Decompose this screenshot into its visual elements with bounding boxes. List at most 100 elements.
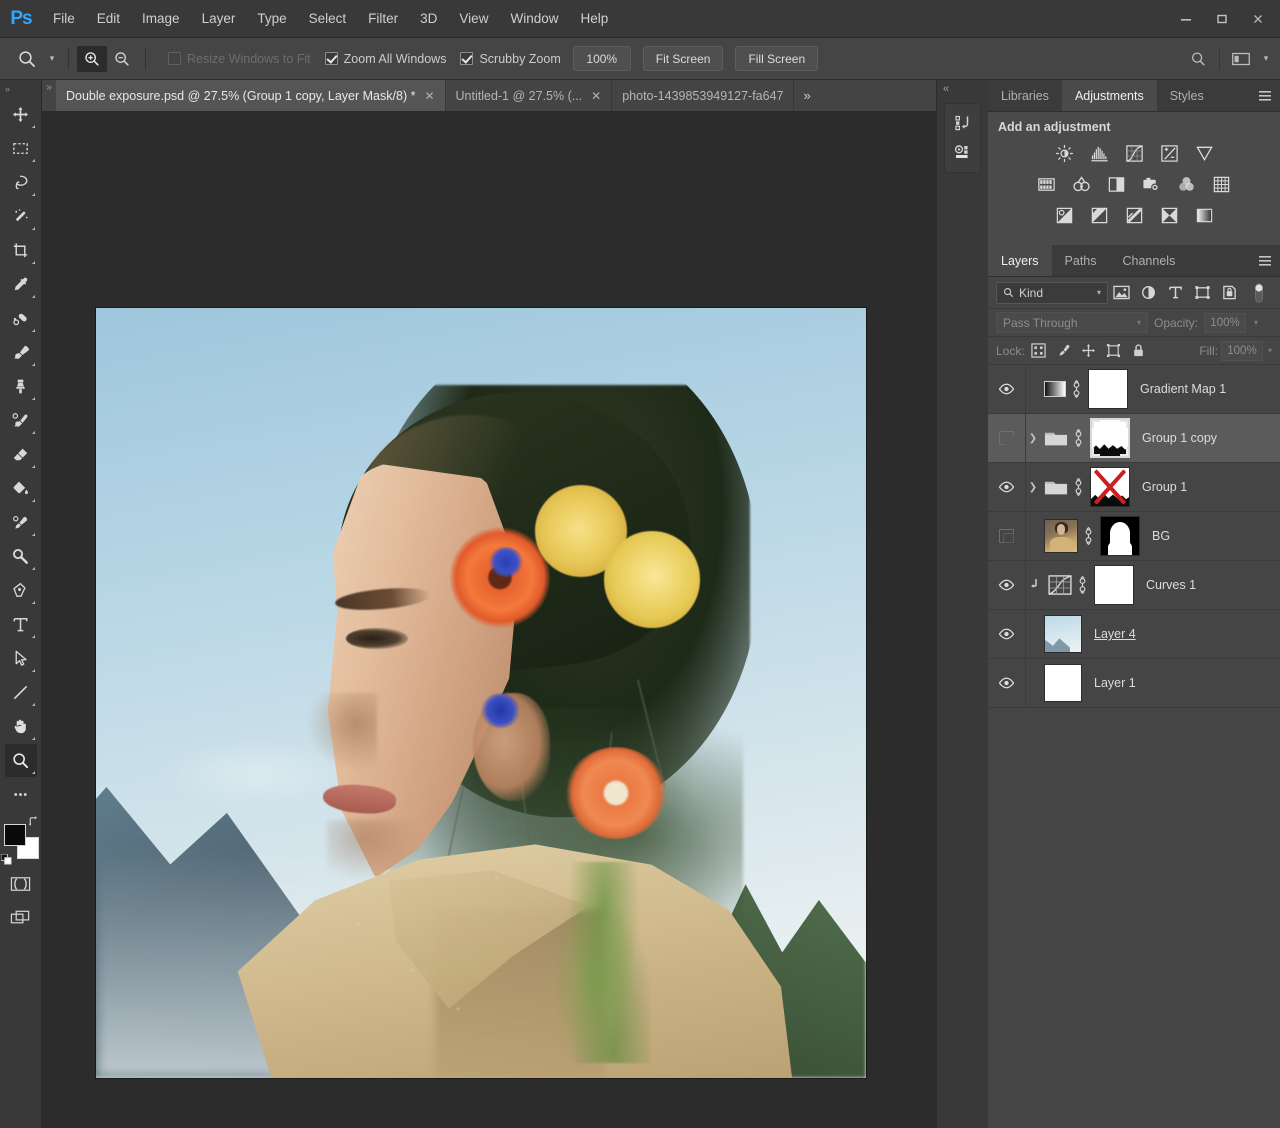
layer-mask-thumbnail[interactable] [1100,516,1140,556]
hand-tool[interactable] [5,710,37,743]
hue-saturation-icon[interactable] [1036,173,1058,195]
menu-filter[interactable]: Filter [357,0,409,38]
layer-name[interactable]: Layer 4 [1082,627,1280,641]
panel-menu-icon[interactable] [1254,80,1276,112]
rectangular-marquee-tool[interactable] [5,132,37,165]
layer-visibility-toggle[interactable] [988,512,1026,560]
layer-name[interactable]: Curves 1 [1134,578,1280,592]
layer-mask-thumbnail-selected[interactable] [1090,418,1130,458]
eyedropper-tool[interactable] [5,268,37,301]
curves-thumbnail[interactable] [1048,575,1072,595]
properties-icon[interactable] [945,138,980,168]
minimize-button[interactable] [1168,6,1204,32]
default-colors-icon[interactable] [1,854,12,865]
zoom-tool-icon[interactable] [10,44,44,74]
photo-filter-icon[interactable] [1141,173,1163,195]
magic-wand-tool[interactable] [5,200,37,233]
layer-filter-kind-select[interactable]: Kind ▾ [996,282,1108,304]
document-tab-double-exposure[interactable]: Double exposure.psd @ 27.5% (Group 1 cop… [56,80,446,111]
clone-stamp-tool[interactable] [5,370,37,403]
screen-mode-icon[interactable] [5,901,37,934]
workspace-caret-icon[interactable]: ▾ [1258,44,1274,74]
maximize-button[interactable] [1204,6,1240,32]
selective-color-icon[interactable] [1158,204,1180,226]
exposure-icon[interactable] [1158,142,1180,164]
filter-smart-object-icon[interactable] [1216,280,1243,306]
layer-name[interactable]: Group 1 [1130,480,1280,494]
tab-layers[interactable]: Layers [988,245,1052,276]
layer-row-curves-1[interactable]: Curves 1 [988,561,1280,610]
history-brush-tool[interactable] [5,404,37,437]
filter-pixel-icon[interactable] [1108,280,1135,306]
group-expand-arrow-icon[interactable]: ❯ [1026,433,1040,444]
quick-mask-icon[interactable] [5,867,37,900]
invert-icon[interactable] [1053,204,1075,226]
vibrance-icon[interactable] [1193,142,1215,164]
document-tab-photo[interactable]: photo-1439853949127-fa647 [612,80,794,111]
menu-view[interactable]: View [448,0,499,38]
panel-menu-icon[interactable] [1254,245,1276,277]
menu-image[interactable]: Image [131,0,191,38]
fill-screen-button[interactable]: Fill Screen [735,46,818,71]
chevron-down-icon[interactable]: ▾ [1268,346,1272,355]
close-button[interactable] [1240,6,1276,32]
eraser-tool[interactable] [5,438,37,471]
canvas-area[interactable] [42,112,936,1128]
move-tool[interactable] [5,98,37,131]
layer-row-group-1[interactable]: ❯ Group 1 [988,463,1280,512]
posterize-icon[interactable] [1088,204,1110,226]
tool-preset-caret-icon[interactable]: ▾ [44,44,60,74]
search-icon[interactable] [1183,44,1213,74]
layer-visibility-toggle[interactable] [988,414,1026,462]
folder-icon[interactable] [1044,428,1068,448]
layer-row-group-1-copy[interactable]: ❯ [988,414,1280,463]
menu-file[interactable]: File [42,0,86,38]
toolbar-collapse-handle[interactable]: » [0,84,41,98]
paint-bucket-tool[interactable] [5,472,37,505]
zoom-100-percent-button[interactable]: 100% [573,46,631,71]
menu-help[interactable]: Help [569,0,619,38]
layer-name[interactable]: BG [1140,529,1280,543]
document-canvas[interactable] [96,308,866,1078]
layer-thumbnail[interactable] [1044,519,1078,553]
blend-mode-select[interactable]: Pass Through ▾ [996,312,1148,333]
folder-icon[interactable] [1044,477,1068,497]
layer-row-layer-4[interactable]: Layer 4 [988,610,1280,659]
fit-screen-button[interactable]: Fit Screen [643,46,724,71]
tab-paths[interactable]: Paths [1052,245,1110,276]
brush-tool[interactable] [5,336,37,369]
layer-row-layer-1[interactable]: Layer 1 [988,659,1280,708]
scrubby-zoom-checkbox[interactable]: Scrubby Zoom [460,52,560,66]
lock-image-pixels-icon[interactable] [1053,340,1075,362]
brightness-contrast-icon[interactable] [1053,142,1075,164]
menu-layer[interactable]: Layer [191,0,247,38]
tab-overflow-icon[interactable]: » [794,80,819,111]
layer-visibility-toggle[interactable] [988,610,1026,658]
link-icon[interactable] [1081,527,1095,545]
lock-all-icon[interactable] [1128,340,1150,362]
spot-healing-brush-tool[interactable] [5,302,37,335]
lock-position-icon[interactable] [1078,340,1100,362]
menu-type[interactable]: Type [246,0,297,38]
menu-edit[interactable]: Edit [86,0,131,38]
line-tool[interactable] [5,676,37,709]
resize-windows-to-fit-checkbox[interactable]: Resize Windows to Fit [168,52,311,66]
pen-tool[interactable] [5,574,37,607]
layer-name[interactable]: Gradient Map 1 [1128,382,1280,396]
layer-mask-thumbnail-disabled[interactable] [1090,467,1130,507]
document-tab-untitled-1[interactable]: Untitled-1 @ 27.5% (... ✕ [446,80,613,111]
history-icon[interactable] [945,108,980,138]
layer-row-bg[interactable]: BG [988,512,1280,561]
layer-row-gradient-map-1[interactable]: Gradient Map 1 [988,365,1280,414]
layer-visibility-toggle[interactable] [988,463,1026,511]
gradient-map-icon[interactable] [1193,204,1215,226]
layer-thumbnail[interactable] [1044,615,1082,653]
link-icon[interactable] [1075,576,1089,594]
filter-shape-icon[interactable] [1189,280,1216,306]
dodge-tool[interactable] [5,540,37,573]
threshold-icon[interactable] [1123,204,1145,226]
layer-visibility-toggle[interactable] [988,659,1026,707]
blur-tool[interactable] [5,506,37,539]
swap-colors-icon[interactable] [27,815,40,828]
zoom-out-button[interactable] [107,46,137,72]
